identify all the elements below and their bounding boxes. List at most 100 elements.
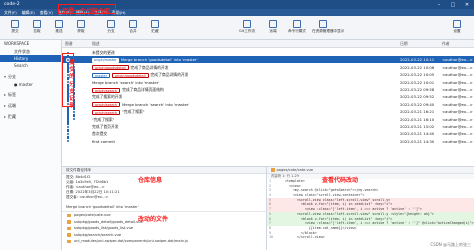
commit-description: Merge branch 'search' into 'master'	[122, 101, 190, 107]
git-flow-icon	[243, 20, 251, 28]
toolbar-button-7[interactable]: Git工作流	[236, 19, 258, 37]
toolbar-button-10[interactable]: 在资源管理器中显示	[312, 19, 344, 37]
commit-author: <author@ex...>	[442, 79, 473, 85]
sidebar-section-tags[interactable]: ▸ 标签	[0, 91, 61, 99]
history-row[interactable]: 完成了搜索的开发 2022-03-22 09:52 <author@ex...>	[62, 93, 474, 100]
toolbar-button-9[interactable]: 命令行模式	[286, 19, 308, 37]
changed-file[interactable]: uni_modules/uni-swiper-dot/components/un…	[62, 238, 266, 245]
history-row[interactable]: origin/search "完成了搜索" 2022-03-21 16:21 <aut…	[62, 108, 474, 115]
diff-code: <view :class="['left-item', i === active…	[285, 207, 422, 212]
toolbar-button-0[interactable]: 提交	[4, 19, 26, 37]
commit-description: 完成了商品详情页面结构	[122, 87, 164, 92]
diff-code: <block v-for="(item, i) in cateList" :ke…	[285, 216, 393, 221]
toolbar-button-2[interactable]: 推送	[48, 19, 70, 37]
column-date[interactable]: 日期	[400, 41, 408, 47]
diff-file-header: pages/cate/cate.vue	[267, 167, 474, 174]
remotes-label: 远端	[8, 103, 16, 108]
commit-date: 2022-03-21 15:02	[400, 124, 435, 129]
history-row[interactable]: 首次提交 2022-03-21 14:40 <author@ex...>	[62, 130, 474, 137]
toolbar-button-11[interactable]: 设置	[446, 19, 468, 37]
commit-description: first commit	[92, 138, 115, 144]
toolbar-button-4[interactable]: 分支	[100, 19, 122, 37]
commit-description: "完成了搜索"	[122, 109, 145, 115]
sidebar-item-history[interactable]: History	[0, 55, 61, 62]
branch-tag[interactable]: origin/master	[92, 57, 119, 63]
history-row[interactable]: "完成了搜索" 2022-03-21 16:10 <author@ex...>	[62, 116, 474, 123]
diff-pane: pages/cate/cate.vue 内容块 1: 行 1-29 1 <temp…	[267, 166, 474, 250]
history-row[interactable]: origin/search Merge branch 'search' into …	[62, 101, 474, 108]
commit-description: "完成了搜索"	[92, 116, 115, 122]
branch-tag[interactable]: origin/search	[92, 109, 121, 115]
diff-file-name: pages/cate/cate.vue	[276, 167, 314, 172]
master-label: master	[18, 82, 33, 87]
close-icon[interactable]: ✕	[460, 0, 474, 9]
commit-date: 2022-03-21 14:40	[400, 131, 435, 137]
toolbar-button-label: 推送	[55, 29, 63, 33]
push-icon	[55, 20, 63, 28]
pull-icon	[33, 20, 41, 28]
commit-description: Merge branch 'search' into 'master'	[92, 79, 160, 85]
toolbar-button-1[interactable]: 拉取	[26, 19, 48, 37]
branch-tag[interactable]: origin/search	[92, 102, 121, 108]
diff-code: </scroll-view>	[285, 235, 325, 240]
commit-author: <author@ex...>	[442, 87, 473, 92]
file-sort-bar: 按文件路径排序	[62, 167, 266, 174]
commit-date: 2022-03-22 09:58	[400, 87, 435, 92]
toolbar-button-label: 提交	[11, 29, 19, 33]
branch-tag[interactable]: origin/search	[92, 87, 121, 93]
sidebar-section-branches[interactable]: ▾ 分支	[0, 73, 61, 81]
history-row[interactable]: 完成了首页开发 2022-03-21 15:02 <author@ex...>	[62, 123, 474, 130]
column-author[interactable]: 作者	[442, 41, 450, 47]
toolbar-button-label: 设置	[453, 29, 461, 33]
stash-icon	[151, 20, 159, 28]
commit-date: 2022-03-22 10:06	[400, 64, 435, 70]
commit-date: 2022-03-21 16:10	[400, 116, 435, 122]
toolbar-button-label: 获取	[77, 29, 85, 33]
branch-tag[interactable]: origin/goodsdetail	[92, 65, 129, 71]
branch-tag[interactable]: origin/goodsdetail	[111, 72, 149, 78]
maximize-icon[interactable]: □	[446, 0, 460, 9]
annotation-char: 录	[69, 103, 75, 110]
toolbar-button-6[interactable]: 贮藏	[144, 19, 166, 37]
history-row[interactable]: origin/search 完成了商品详情页面结构 2022-03-22 09:58…	[62, 86, 474, 93]
commit-date: 2022-03-22 10:11	[400, 57, 435, 63]
menu-item-2[interactable]: 查看(V)	[40, 10, 53, 16]
history-row[interactable]: Merge branch 'search' into 'master' 2022-…	[62, 79, 474, 86]
fetch-icon	[77, 20, 85, 28]
history-row[interactable]: first commit 2022-03-21 14:30 <author@ex..…	[62, 138, 474, 145]
branch-tag[interactable]: master	[92, 72, 110, 78]
sidebar-item-master[interactable]: ● master	[0, 81, 61, 88]
history-header: 图谱 描述 日期 作者	[62, 40, 474, 48]
sidebar-section-remotes[interactable]: ▸ 远端	[0, 102, 61, 110]
history-row[interactable]: 未提交的更改	[62, 49, 474, 56]
commit-author: <author@ex...>	[442, 72, 473, 78]
diff-code: <view class="scroll-view-container">	[285, 193, 365, 198]
toolbar-button-label: Git工作流	[239, 29, 255, 33]
sidebar-item-file-status[interactable]: 文件状态	[0, 48, 61, 55]
commit-description: 首次提交	[92, 131, 108, 137]
sidebar-section-stashes[interactable]: ▸ 贮藏	[0, 113, 61, 121]
file-sort-label[interactable]: 按文件路径排序	[66, 167, 91, 174]
column-description[interactable]: 描述	[92, 41, 100, 47]
commit-description: Merge branch 'goodsdetail' into 'master'	[120, 57, 198, 63]
diff-code: <view>	[285, 183, 301, 188]
toolbar-button-5[interactable]: 合并	[122, 19, 144, 37]
minimize-icon[interactable]: –	[432, 0, 446, 9]
toolbar-button-3[interactable]: 获取	[70, 19, 92, 37]
menu-item-1[interactable]: 编辑(E)	[22, 10, 35, 16]
graph-node	[66, 131, 70, 136]
menu-item-0[interactable]: 文件(F)	[4, 10, 17, 16]
tags-label: 标签	[8, 92, 16, 97]
annotation-changed-files: 改动的文件	[138, 216, 169, 223]
sidebar-item-search[interactable]: Search	[0, 62, 61, 69]
annotation-char: 的	[69, 74, 75, 81]
commit-description: 完成了商品详情的开发	[150, 72, 189, 78]
commit-author: <author@ex...>	[442, 131, 473, 137]
column-graph[interactable]: 图谱	[65, 41, 73, 47]
history-row[interactable]: origin/goodsdetail 完成了商品详情的开发 2022-03-22 1…	[62, 64, 474, 71]
history-row[interactable]: master origin/goodsdetail 完成了商品详情的开发 2022-0…	[62, 71, 474, 78]
diff-code: <scroll-view class="left-scroll-view" sc…	[285, 211, 434, 216]
graph-node	[66, 124, 70, 129]
history-row[interactable]: origin/master Merge branch 'goodsdetail' …	[62, 56, 474, 64]
toolbar-button-8[interactable]: 远端	[262, 19, 284, 37]
